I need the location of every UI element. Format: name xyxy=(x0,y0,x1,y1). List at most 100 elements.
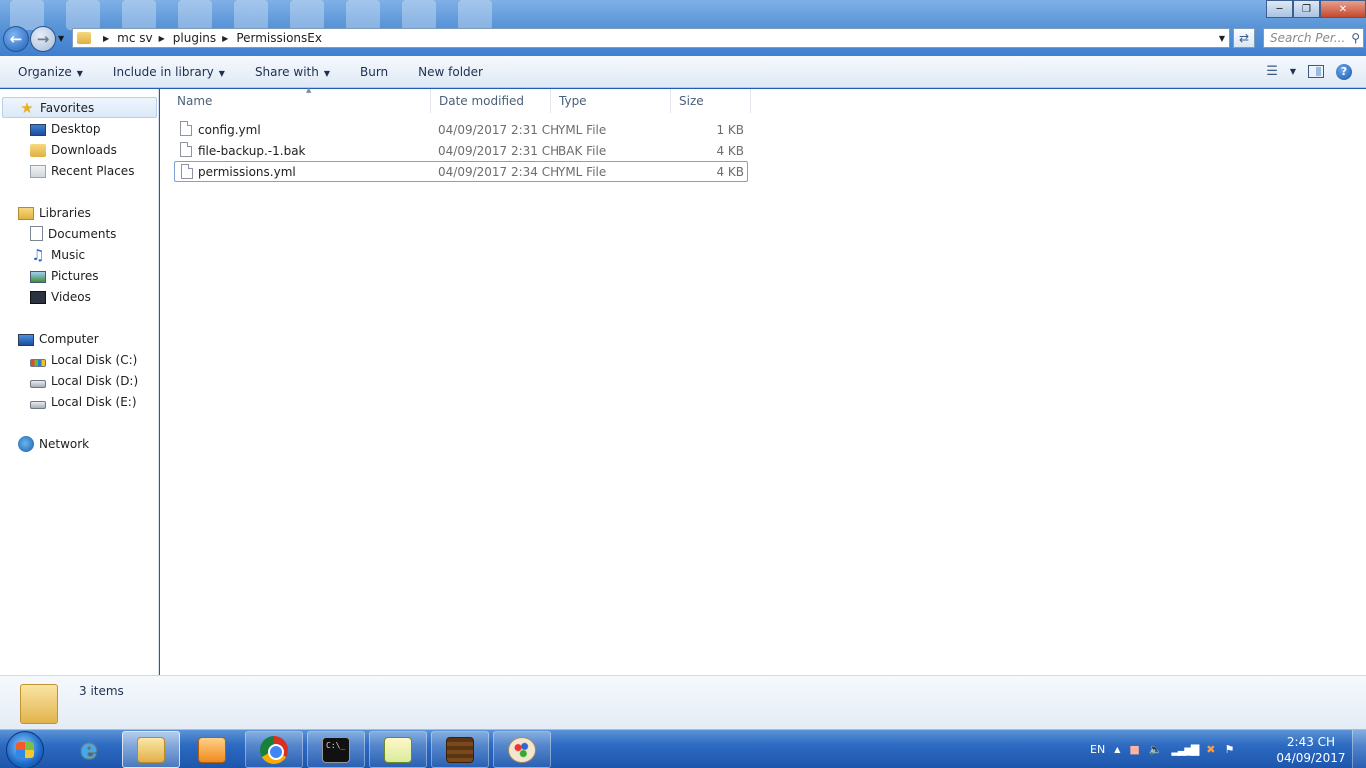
language-indicator[interactable]: EN xyxy=(1090,743,1105,756)
show-hidden-icons-icon[interactable]: ▲ xyxy=(1114,745,1120,754)
taskbar-internet-explorer[interactable]: e xyxy=(60,731,118,768)
taskbar-windows-explorer[interactable] xyxy=(122,731,180,768)
taskbar-notepad-plus-plus[interactable] xyxy=(369,731,427,768)
file-name: permissions.yml xyxy=(198,164,296,179)
app-tray-icon[interactable]: ✖ xyxy=(1206,743,1215,756)
volume-icon[interactable]: 🔈 xyxy=(1149,743,1163,756)
sidebar-item-computer[interactable]: Computer xyxy=(18,328,99,349)
file-date: 04/09/2017 2:31 CH xyxy=(438,122,560,137)
folder-icon xyxy=(20,684,58,724)
local-disk-d-label: Local Disk (D:) xyxy=(51,373,139,388)
search-input[interactable]: Search Per... ⚲ xyxy=(1263,28,1364,48)
taskbar-command-prompt[interactable]: C:\_ xyxy=(307,731,365,768)
column-header-size[interactable]: Size xyxy=(671,89,751,113)
column-header-date-modified[interactable]: Date modified xyxy=(431,89,551,113)
table-row[interactable]: file-backup.-1.bak 04/09/2017 2:31 CH BA… xyxy=(174,140,748,161)
command-bar-right: ☰ ▼ ? xyxy=(1266,63,1366,80)
chevron-right-icon[interactable]: ▶ xyxy=(103,34,109,43)
music-label: Music xyxy=(51,247,86,262)
notepad-icon xyxy=(384,736,412,763)
more-views-dropdown-icon[interactable]: ▼ xyxy=(1290,67,1296,76)
organize-menu[interactable]: Organize ▼ xyxy=(0,65,95,79)
sidebar-item-music[interactable]: ♫ Music xyxy=(30,244,85,265)
taskbar-minecraft[interactable] xyxy=(431,731,489,768)
clock-time: 2:43 CH xyxy=(1286,735,1336,749)
back-arrow-icon: ← xyxy=(9,30,23,48)
sidebar-item-favorites[interactable]: ★ Favorites xyxy=(2,97,157,118)
sidebar-item-pictures[interactable]: Pictures xyxy=(30,265,99,286)
column-date-label: Date modified xyxy=(439,94,525,108)
taskbar-paint[interactable] xyxy=(493,731,551,768)
share-with-label: Share with xyxy=(254,64,319,79)
search-placeholder: Search Per... xyxy=(1270,31,1346,45)
new-folder-button[interactable]: New folder xyxy=(400,65,495,79)
chevron-right-icon[interactable]: ▶ xyxy=(222,34,228,43)
include-in-library-menu[interactable]: Include in library ▼ xyxy=(95,65,237,79)
desktop-icon xyxy=(30,123,46,136)
sidebar-item-local-disk-c[interactable]: Local Disk (C:) xyxy=(30,349,137,370)
column-type-label: Type xyxy=(559,94,587,108)
recent-pages-dropdown[interactable]: ▼ xyxy=(58,34,64,43)
show-desktop-button[interactable] xyxy=(1352,730,1366,768)
sidebar-item-videos[interactable]: Videos xyxy=(30,286,91,307)
search-icon[interactable]: ⚲ xyxy=(1351,31,1360,45)
file-icon xyxy=(180,142,192,157)
close-button[interactable]: ✕ xyxy=(1320,0,1366,18)
file-type: YML File xyxy=(558,122,607,137)
minimize-button[interactable]: ─ xyxy=(1266,0,1293,18)
star-icon: ★ xyxy=(20,98,34,117)
file-icon xyxy=(180,121,192,136)
back-button[interactable]: ← xyxy=(3,26,29,52)
documents-label: Documents xyxy=(48,226,117,241)
sidebar-item-local-disk-e[interactable]: Local Disk (E:) xyxy=(30,391,137,412)
sidebar-item-network[interactable]: Network xyxy=(18,433,89,454)
column-header-type[interactable]: Type xyxy=(551,89,671,113)
security-alert-icon[interactable]: ■ xyxy=(1129,743,1139,756)
pictures-label: Pictures xyxy=(51,268,99,283)
sidebar-item-desktop[interactable]: Desktop xyxy=(30,118,101,139)
address-bar[interactable]: ▶ mc sv ▶ plugins ▶ PermissionsEx ▼ xyxy=(72,28,1230,48)
sidebar-item-downloads[interactable]: Downloads xyxy=(30,139,117,160)
breadcrumb-plugins[interactable]: plugins xyxy=(173,31,216,45)
sidebar-item-documents[interactable]: Documents xyxy=(30,223,116,244)
breadcrumb-mc-sv[interactable]: mc sv xyxy=(117,31,152,45)
file-name: file-backup.-1.bak xyxy=(198,143,306,158)
sidebar-item-libraries[interactable]: Libraries xyxy=(18,202,91,223)
forward-arrow-icon: → xyxy=(36,30,50,48)
table-row[interactable]: permissions.yml 04/09/2017 2:34 CH YML F… xyxy=(174,161,748,182)
sidebar-item-local-disk-d[interactable]: Local Disk (D:) xyxy=(30,370,138,391)
table-row[interactable]: config.yml 04/09/2017 2:31 CH YML File 1… xyxy=(174,119,748,140)
preview-pane-icon[interactable] xyxy=(1308,65,1324,78)
start-button[interactable] xyxy=(6,731,44,768)
clock[interactable]: 2:43 CH 04/09/2017 xyxy=(1276,734,1346,766)
address-dropdown-icon[interactable]: ▼ xyxy=(1215,34,1229,43)
windows-logo-icon xyxy=(16,742,34,758)
command-prompt-icon: C:\_ xyxy=(322,736,350,763)
chevron-down-icon: ▼ xyxy=(76,68,83,78)
chevron-right-icon[interactable]: ▶ xyxy=(159,34,165,43)
window-title-bar: ─ ❐ ✕ ← → ▼ ▶ mc sv ▶ plugins ▶ Permissi… xyxy=(0,0,1366,56)
help-icon[interactable]: ? xyxy=(1336,63,1352,80)
hard-disk-icon xyxy=(30,379,46,388)
new-folder-label: New folder xyxy=(418,64,483,79)
clock-date: 04/09/2017 xyxy=(1276,751,1346,765)
column-header-name[interactable]: ▲ Name xyxy=(169,86,431,113)
network-signal-icon[interactable]: ▂▃▅▇ xyxy=(1171,743,1199,756)
share-with-menu[interactable]: Share with ▼ xyxy=(237,65,342,79)
system-tray: EN ▲ ■ 🔈 ▂▃▅▇ ✖ ⚑ xyxy=(1090,730,1243,768)
computer-label: Computer xyxy=(39,331,99,346)
documents-icon xyxy=(30,226,43,241)
action-center-flag-icon[interactable]: ⚑ xyxy=(1225,743,1235,756)
forward-button[interactable]: → xyxy=(30,26,56,52)
taskbar-media-player[interactable] xyxy=(183,731,241,768)
breadcrumb-permissionsex[interactable]: PermissionsEx xyxy=(236,31,322,45)
change-view-icon[interactable]: ☰ xyxy=(1266,64,1278,79)
sidebar-item-recent-places[interactable]: Recent Places xyxy=(30,160,134,181)
refresh-button[interactable]: ⇄ xyxy=(1233,28,1255,48)
burn-button[interactable]: Burn xyxy=(342,65,400,79)
file-date: 04/09/2017 2:34 CH xyxy=(438,164,560,179)
maximize-button[interactable]: ❐ xyxy=(1293,0,1320,18)
internet-explorer-icon: e xyxy=(80,734,98,765)
taskbar-chrome[interactable] xyxy=(245,731,303,768)
column-size-label: Size xyxy=(679,94,704,108)
